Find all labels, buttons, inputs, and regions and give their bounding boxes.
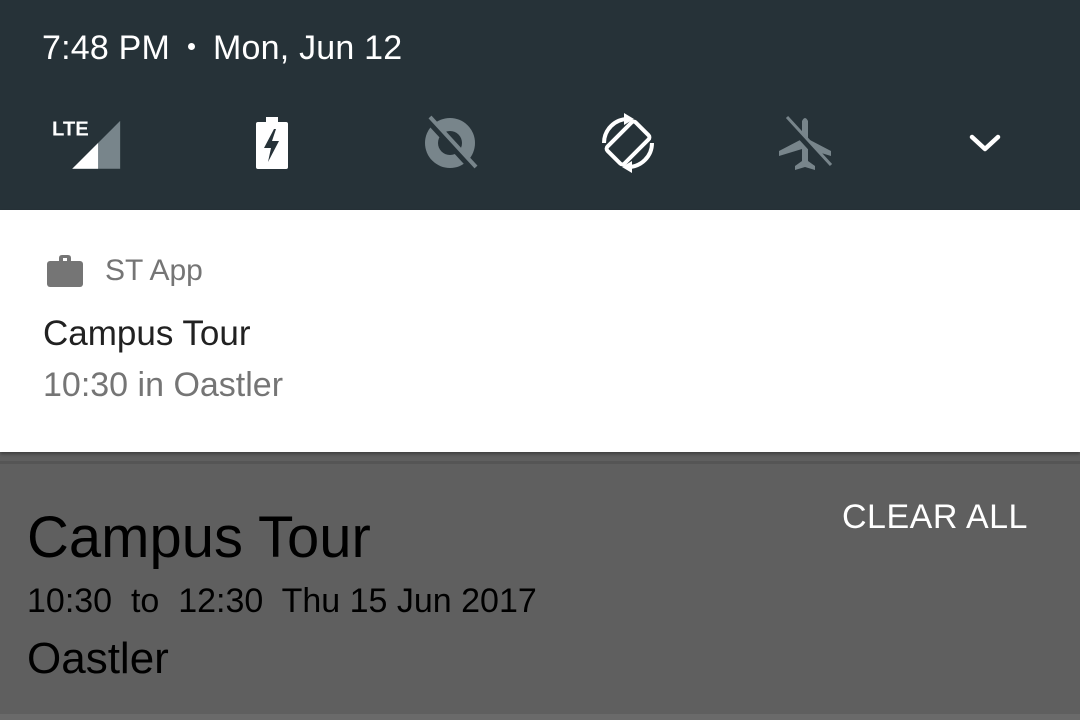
bottom-edge [0,714,1080,720]
battery-charging-icon [256,117,288,169]
airplane-mode-icon [779,115,833,170]
clear-all-button[interactable]: CLEAR ALL [842,498,1028,537]
briefcase-icon [47,255,83,287]
data-saver-off-icon [425,115,478,172]
svg-text:LTE: LTE [52,119,89,141]
notification-title: Campus Tour [43,314,251,353]
notification-text: 10:30 in Oastler [43,366,284,404]
status-line: 7:48 PM Mon, Jun 12 [42,28,402,68]
tile-battery[interactable] [237,108,307,178]
lte-signal-icon: LTE [52,119,121,169]
clock: 7:48 PM [42,28,171,67]
notification-card[interactable]: ST App Campus Tour 10:30 in Oastler [0,210,1080,452]
date: Mon, Jun 12 [213,28,403,67]
event-location: Oastler [27,634,169,683]
quick-settings-shade: 7:48 PM Mon, Jun 12 LTE [0,0,1080,210]
expand-chevron-icon [969,134,1001,152]
event-title: Campus Tour [27,505,371,570]
tile-data-saver[interactable] [415,108,485,178]
event-time: 10:30 to 12:30 Thu 15 Jun 2017 [27,582,537,620]
tile-mobile-data[interactable]: LTE [52,108,122,178]
tile-airplane-mode[interactable] [770,108,840,178]
separator-dot [188,42,196,50]
auto-rotate-icon [602,113,654,173]
tile-auto-rotate[interactable] [593,108,663,178]
notification-app-name: ST App [105,254,203,287]
expand-button[interactable] [950,108,1020,178]
